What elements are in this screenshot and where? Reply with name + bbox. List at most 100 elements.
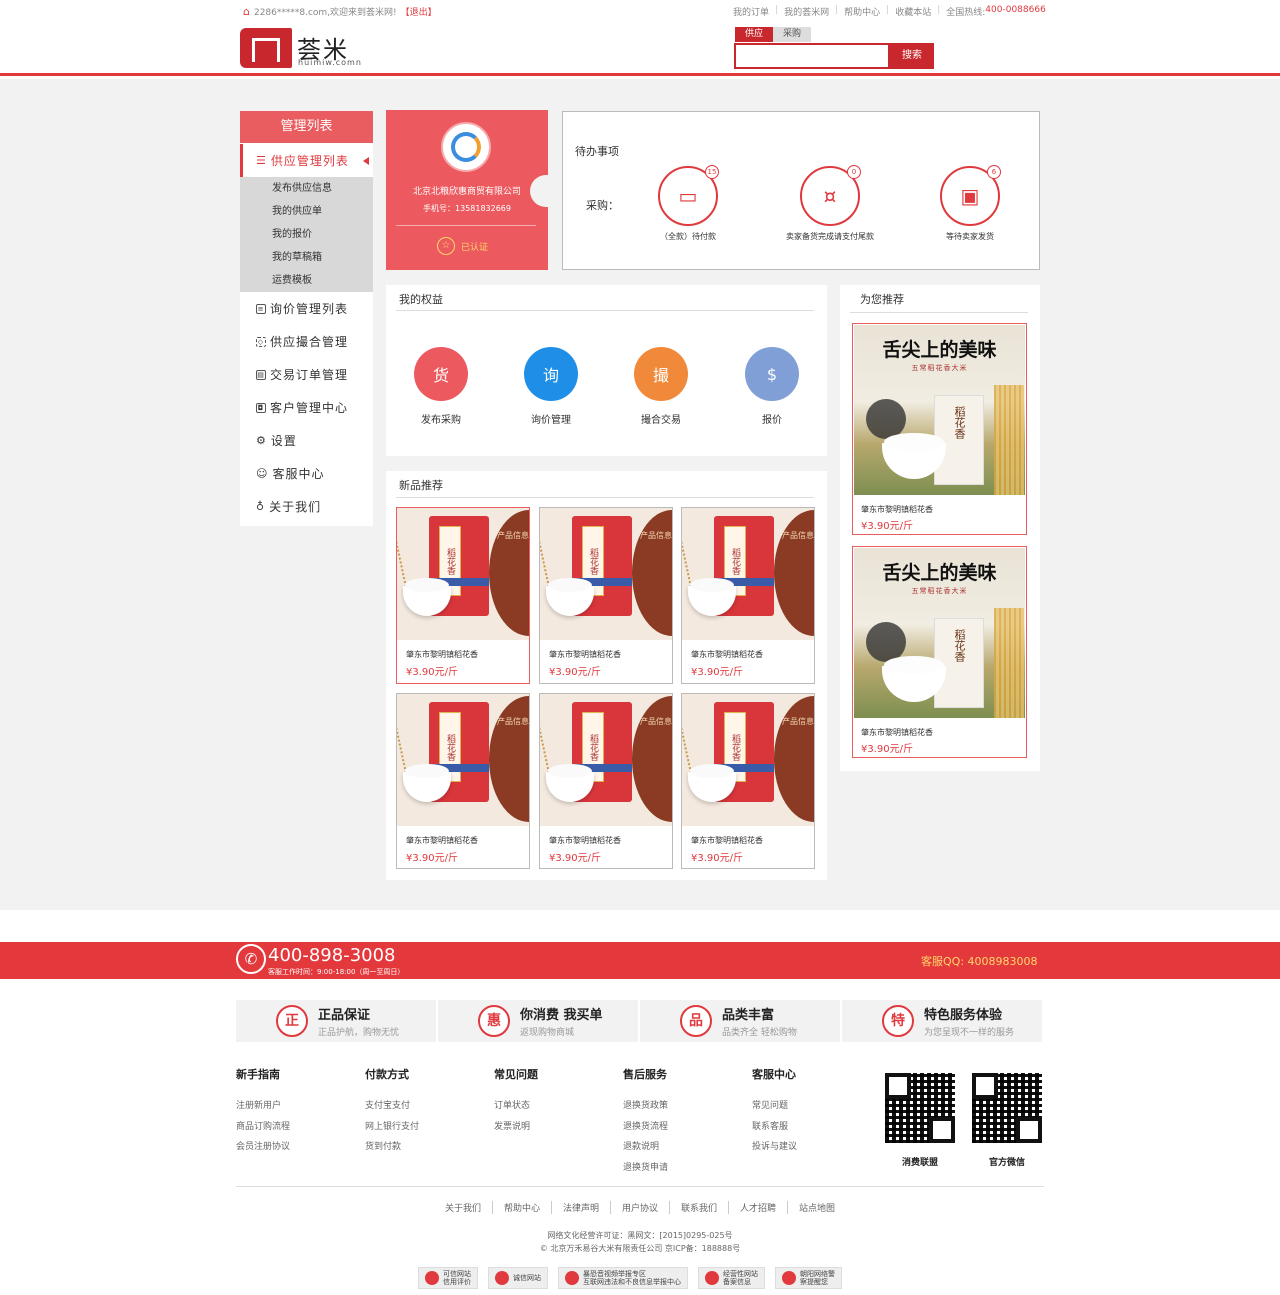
footer-link[interactable]: 常见问题 (752, 1096, 797, 1117)
special-icon: 特 (882, 1005, 914, 1037)
link-bookmark[interactable]: 收藏本站 (895, 5, 931, 18)
top-links: 我的订单 | 我的荟米网 | 帮助中心 | 收藏本站 | 全国热线: 400-00886… (733, 5, 1046, 18)
sidebar-item-orders[interactable]: ▤ 交易订单管理 (240, 358, 373, 391)
trust-badge[interactable]: 诚信网站 (488, 1267, 548, 1289)
footer-link[interactable]: 投诉与建议 (752, 1137, 797, 1158)
product-info-text: 产品信息 (640, 531, 672, 540)
trust-badge[interactable]: 朝阳网络警 察提醒您 (775, 1267, 842, 1289)
bottom-link[interactable]: 联系我们 (669, 1201, 728, 1214)
bottom-link[interactable]: 帮助中心 (491, 1201, 551, 1214)
footer-link[interactable]: 联系客服 (752, 1117, 797, 1138)
sidebar-item-label: 询价管理列表 (270, 302, 349, 316)
todo-item-shipping[interactable]: ▣ 6 等待卖家发货 (905, 165, 1035, 242)
footer-link[interactable]: 订单状态 (494, 1096, 538, 1117)
product-price: ¥3.90元/斤 (406, 667, 458, 678)
recommend-headline: 舌尖上的美味 (882, 339, 997, 361)
sidebar-title: 管理列表 (240, 111, 373, 143)
trust-badge[interactable]: 暴恐音视频举报专区 互联网违法和不良信息举报中心 (558, 1267, 688, 1289)
benefit-label: 询价管理 (531, 415, 571, 426)
bottom-link[interactable]: 人才招聘 (728, 1201, 787, 1214)
product-card[interactable]: 产品信息 稻花香 肇东市黎明镇稻花香 ¥3.90元/斤 (396, 693, 530, 869)
search-input[interactable] (734, 43, 890, 69)
footer-link[interactable]: 退换货流程 (623, 1117, 668, 1138)
badge-text: 可信网站 (443, 1270, 471, 1278)
sidebar-item-settings[interactable]: ⚙ 设置 (240, 424, 373, 457)
product-name: 肇东市黎明镇稻花香 (406, 836, 478, 845)
sidebar-item-match[interactable]: ◇ 供应撮合管理 (240, 325, 373, 358)
sidebar-sub-freight[interactable]: 运费模板 (240, 269, 373, 292)
link-my-account[interactable]: 我的荟米网 (784, 5, 829, 18)
product-name: 肇东市黎明镇稻花香 (691, 836, 763, 845)
footer-column-title: 常见问题 (494, 1068, 538, 1081)
bottom-link[interactable]: 站点地图 (787, 1201, 846, 1214)
recommend-subline: 五常稻花香大米 (911, 587, 968, 595)
service-qq[interactable]: 客服QQ: 4008983008 (921, 953, 1038, 969)
sidebar-item-inquiry[interactable]: ≡ 询价管理列表 (240, 292, 373, 325)
footer-link[interactable]: 退换货政策 (623, 1096, 668, 1117)
feature-title: 正品保证 (318, 1008, 371, 1023)
product-card[interactable]: 产品信息 稻花香 肇东市黎明镇稻花香 ¥3.90元/斤 (396, 507, 530, 684)
footer-link[interactable]: 商品订购流程 (236, 1117, 290, 1138)
sidebar-item-label: 关于我们 (269, 500, 322, 514)
footer-link[interactable]: 会员注册协议 (236, 1137, 290, 1158)
footer-link[interactable]: 注册新用户 (236, 1096, 290, 1117)
recommend-price: ¥3.90元/斤 (861, 521, 913, 532)
footer-column: 售后服务退换货政策 退换货流程 退款说明 退换货申请 (623, 1066, 668, 1178)
footer-link[interactable]: 网上银行支付 (365, 1117, 419, 1138)
product-card[interactable]: 产品信息 稻花香 肇东市黎明镇稻花香 ¥3.90元/斤 (681, 507, 815, 684)
benefit-quote[interactable]: $ 报价 (732, 347, 812, 426)
feature-title: 品类丰富 (722, 1008, 775, 1023)
footer-column-title: 付款方式 (365, 1068, 409, 1081)
sidebar-sub-drafts[interactable]: 我的草稿箱 (240, 246, 373, 269)
search-tab-supply[interactable]: 供应 (735, 27, 773, 42)
sidebar-item-about[interactable]: ♁ 关于我们 (240, 490, 373, 523)
todo-count: 15 (705, 165, 719, 179)
company-name: 北京北粮欣惠商贸有限公司 (412, 187, 521, 197)
bottom-link[interactable]: 用户协议 (609, 1201, 669, 1214)
inquiry-icon: ≡ (256, 303, 266, 314)
footer-column: 付款方式支付宝支付 网上银行支付 货到付款 (365, 1066, 419, 1158)
badge-icon (782, 1271, 796, 1285)
footer-link[interactable]: 退款说明 (623, 1137, 668, 1158)
footer-link[interactable]: 发票说明 (494, 1117, 538, 1138)
sidebar-item-service[interactable]: ☺ 客服中心 (240, 457, 373, 490)
benefit-match[interactable]: 撮 撮合交易 (621, 347, 701, 426)
link-help[interactable]: 帮助中心 (844, 5, 880, 18)
sidebar-sub-publish[interactable]: 发布供应信息 (240, 177, 373, 200)
todo-item-unpaid[interactable]: ▭ 15 （全款）待付款 (623, 165, 753, 242)
bottom-link[interactable]: 法律声明 (550, 1201, 610, 1214)
logout-link[interactable]: 【退出】 (401, 5, 437, 18)
benefit-publish-purchase[interactable]: 货 发布采购 (401, 347, 481, 426)
home-icon[interactable]: ⌂ (243, 5, 250, 18)
search-tab-purchase[interactable]: 采购 (773, 27, 811, 42)
footer-column-title: 售后服务 (623, 1068, 667, 1081)
coin-hand-icon: ¤ 0 (800, 165, 861, 226)
recommend-card[interactable]: 舌尖上的美味 五常稻花香大米 稻花香 肇东市黎明镇稻花香 ¥3.90元/斤 (852, 323, 1027, 535)
list-icon: ☰ (256, 154, 267, 167)
link-my-orders[interactable]: 我的订单 (733, 5, 769, 18)
search-button[interactable]: 搜索 (890, 43, 934, 69)
product-card[interactable]: 产品信息 稻花香 肇东市黎明镇稻花香 ¥3.90元/斤 (681, 693, 815, 869)
bottom-link[interactable]: 关于我们 (434, 1201, 492, 1214)
footer-link[interactable]: 货到付款 (365, 1137, 419, 1158)
trust-badge[interactable]: 可信网站 信用评价 (418, 1267, 478, 1289)
sidebar-menu: ☰ 供应管理列表 发布供应信息 我的供应单 我的报价 我的草稿箱 运费模板 ≡ 询… (240, 144, 373, 523)
footer-link[interactable]: 退换货申请 (623, 1158, 668, 1179)
logo-icon[interactable] (240, 28, 292, 68)
recommend-card[interactable]: 舌尖上的美味 五常稻花香大米 稻花香 肇东市黎明镇稻花香 ¥3.90元/斤 (852, 546, 1027, 758)
benefit-inquiry[interactable]: 询 询价管理 (511, 347, 591, 426)
product-card[interactable]: 产品信息 稻花香 肇东市黎明镇稻花香 ¥3.90元/斤 (539, 693, 673, 869)
product-image: 产品信息 稻花香 (682, 694, 814, 826)
footer-link[interactable]: 支付宝支付 (365, 1096, 419, 1117)
star-icon: ☆ (437, 237, 455, 255)
divider (396, 497, 814, 498)
sidebar-sub-my-quote[interactable]: 我的报价 (240, 223, 373, 246)
todo-item-balance[interactable]: ¤ 0 卖家备货完成请支付尾款 (765, 165, 895, 242)
product-card[interactable]: 产品信息 稻花香 肇东市黎明镇稻花香 ¥3.90元/斤 (539, 507, 673, 684)
sidebar-item-supply[interactable]: ☰ 供应管理列表 (240, 144, 373, 177)
todo-caption: （全款）待付款 (660, 232, 716, 241)
sidebar-sub-my-supply[interactable]: 我的供应单 (240, 200, 373, 223)
sidebar-item-customers[interactable]: ◘ 客户管理中心 (240, 391, 373, 424)
verified-label: 已认证 (461, 242, 489, 253)
trust-badge[interactable]: 经营性网站 备案信息 (698, 1267, 765, 1289)
